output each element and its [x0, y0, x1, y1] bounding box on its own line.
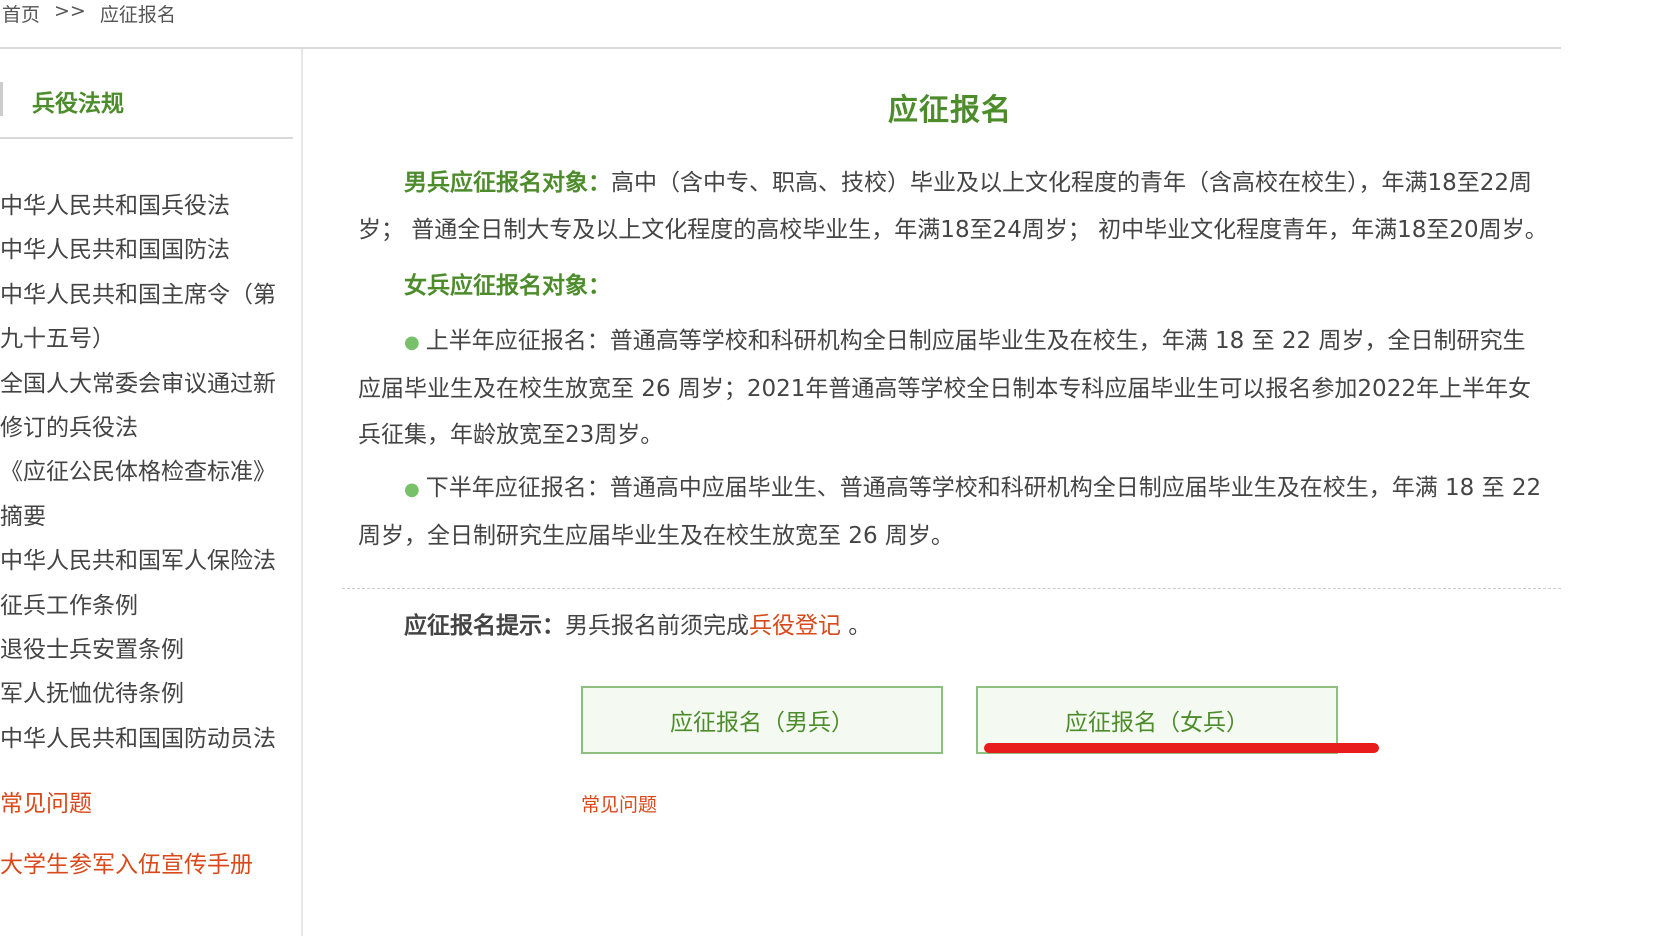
sidebar-heading-marker: [0, 82, 3, 116]
breadcrumb-home[interactable]: 首页: [2, 0, 40, 28]
law-item-conscription-regulations[interactable]: 征兵工作条例: [0, 584, 290, 628]
apply-male-button[interactable]: 应征报名（男兵）: [581, 686, 943, 754]
registration-tip-suffix: 。: [841, 613, 872, 639]
registration-tip: 应征报名提示：男兵报名前须完成兵役登记 。: [404, 606, 871, 640]
main-faq-link[interactable]: 常见问题: [581, 790, 657, 817]
law-item-physical-exam-standard[interactable]: 《应征公民体格检查标准》: [0, 450, 290, 494]
breadcrumb-separator: >>: [54, 0, 86, 22]
female-first-half-text: 上半年应征报名：普通高等学校和科研机构全日制应届毕业生及在校生，年满 18 至 …: [358, 328, 1531, 448]
female-eligibility-heading: 女兵应征报名对象：: [358, 263, 1548, 310]
sidebar-divider: [301, 49, 303, 936]
sidebar-heading: 兵役法规: [32, 91, 124, 117]
law-item-military-insurance-law[interactable]: 中华人民共和国军人保险法: [0, 539, 290, 583]
female-second-half-paragraph: ● 下半年应征报名：普通高中应届毕业生、普通高等学校和科研机构全日制应届毕业生及在…: [358, 465, 1548, 559]
law-item-veteran-placement[interactable]: 退役士兵安置条例: [0, 628, 290, 672]
female-eligibility-label: 女兵应征报名对象：: [404, 273, 611, 299]
male-eligibility-label: 男兵应征报名对象：: [404, 170, 611, 196]
top-divider: [0, 47, 1561, 49]
sidebar-heading-divider: [0, 137, 293, 139]
red-highlight-underline: [984, 743, 1379, 753]
page-title: 应征报名: [888, 93, 1012, 128]
law-item-national-defense-law[interactable]: 中华人民共和国国防法: [0, 228, 290, 272]
law-item-physical-exam-standard-cont[interactable]: 摘要: [0, 495, 290, 539]
law-item-military-service-law[interactable]: 中华人民共和国兵役法: [0, 184, 290, 228]
law-item-npc-revision[interactable]: 全国人大常委会审议通过新: [0, 362, 290, 406]
law-item-presidential-order[interactable]: 中华人民共和国主席令（第: [0, 273, 290, 317]
military-registration-link[interactable]: 兵役登记: [749, 613, 841, 639]
sidebar-handbook-link[interactable]: 大学生参军入伍宣传手册: [0, 845, 253, 879]
registration-tip-text: 男兵报名前须完成: [565, 613, 749, 639]
registration-tip-label: 应征报名提示：: [404, 613, 565, 639]
female-second-half-text: 下半年应征报名：普通高中应届毕业生、普通高等学校和科研机构全日制应届毕业生及在校…: [358, 475, 1542, 549]
breadcrumb: 首页 >> 应征报名: [2, 0, 176, 28]
male-eligibility-paragraph: 男兵应征报名对象：高中（含中专、职高、技校）毕业及以上文化程度的青年（含高校在校…: [358, 160, 1548, 254]
law-item-military-pension[interactable]: 军人抚恤优待条例: [0, 672, 290, 716]
female-first-half-paragraph: ● 上半年应征报名：普通高等学校和科研机构全日制应届毕业生及在校生，年满 18 至…: [358, 318, 1548, 458]
bullet-icon: ●: [404, 332, 420, 353]
law-item-defense-mobilization-law[interactable]: 中华人民共和国国防动员法: [0, 717, 290, 761]
law-list: 中华人民共和国兵役法 中华人民共和国国防法 中华人民共和国主席令（第 九十五号）…: [0, 184, 290, 761]
breadcrumb-current: 应征报名: [99, 4, 176, 26]
sidebar-faq-link[interactable]: 常见问题: [0, 784, 92, 818]
content-divider: [342, 588, 1561, 589]
law-item-npc-revision-cont[interactable]: 修订的兵役法: [0, 406, 290, 450]
law-item-presidential-order-cont[interactable]: 九十五号）: [0, 317, 290, 361]
bullet-icon: ●: [404, 479, 420, 500]
